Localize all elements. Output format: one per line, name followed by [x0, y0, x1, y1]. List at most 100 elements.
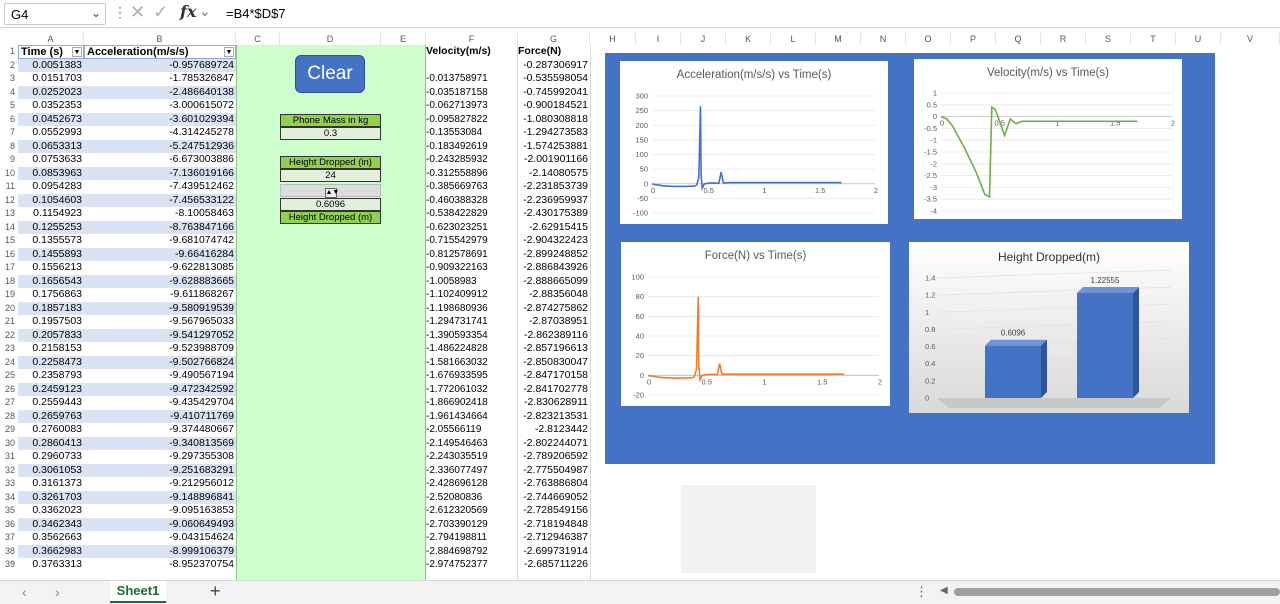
velocity-cell[interactable]: -2.05566119	[426, 423, 518, 437]
name-box[interactable]: G4 ⌄	[4, 3, 106, 25]
row-header[interactable]: 18	[0, 275, 18, 289]
acceleration-cell[interactable]: -3.000615072	[84, 99, 236, 113]
acceleration-cell[interactable]: -7.456533122	[84, 193, 236, 207]
force-cell[interactable]: -2.14080575	[518, 167, 590, 181]
enter-icon[interactable]: ✓	[153, 2, 168, 23]
cancel-icon[interactable]: ✕	[130, 2, 145, 23]
acceleration-cell[interactable]: -9.148896841	[84, 490, 236, 504]
row-header[interactable]: 31	[0, 450, 18, 464]
row-header[interactable]: 25	[0, 369, 18, 383]
column-header[interactable]: N	[861, 33, 906, 45]
column-header[interactable]: U	[1176, 33, 1221, 45]
row-header[interactable]: 26	[0, 383, 18, 397]
row-header[interactable]: 22	[0, 329, 18, 343]
force-cell[interactable]: -2.862389116	[518, 329, 590, 343]
row-header[interactable]: 3	[0, 72, 18, 86]
column-header[interactable]: D	[280, 33, 381, 45]
acceleration-cell[interactable]: -9.095163853	[84, 504, 236, 518]
column-header[interactable]: P	[951, 33, 996, 45]
formula-input[interactable]: =B4*$D$7	[226, 6, 286, 21]
force-cell[interactable]: -2.62915415	[518, 221, 590, 235]
row-header[interactable]: 33	[0, 477, 18, 491]
column-header[interactable]: J	[681, 33, 726, 45]
add-sheet-icon[interactable]: +	[210, 581, 221, 602]
time-cell[interactable]: 0.3362023	[18, 504, 84, 518]
velocity-cell[interactable]: -2.974752377	[426, 558, 518, 572]
column-header[interactable]: M	[816, 33, 861, 45]
height-spinner[interactable]: ▲▼	[280, 184, 381, 198]
acceleration-cell[interactable]: -9.541297052	[84, 328, 236, 342]
force-cell[interactable]: -2.841702778	[518, 383, 590, 397]
acceleration-cell[interactable]: -8.763847166	[84, 220, 236, 234]
clear-button[interactable]: Clear	[295, 55, 365, 93]
time-cell[interactable]: 0.0352353	[18, 99, 84, 113]
row-header[interactable]: 23	[0, 342, 18, 356]
time-cell[interactable]: 0.3662983	[18, 544, 84, 558]
time-cell[interactable]: 0.0151703	[18, 72, 84, 86]
time-cell[interactable]: 0.0753633	[18, 153, 84, 167]
velocity-cell[interactable]: -2.52080836	[426, 491, 518, 505]
acceleration-cell[interactable]: -9.490567194	[84, 369, 236, 383]
time-cell[interactable]: 0.2459123	[18, 382, 84, 396]
time-cell[interactable]: 0.2158153	[18, 342, 84, 356]
velocity-cell[interactable]: -1.198680936	[426, 302, 518, 316]
column-header[interactable]: A	[18, 33, 84, 45]
velocity-cell[interactable]: -2.336077497	[426, 464, 518, 478]
row-header[interactable]: 30	[0, 437, 18, 451]
force-cell[interactable]: -2.802244071	[518, 437, 590, 451]
velocity-cell[interactable]: -0.909322163	[426, 261, 518, 275]
time-cell[interactable]: 0.3562663	[18, 531, 84, 545]
column-header[interactable]: L	[771, 33, 816, 45]
time-cell[interactable]: 0.0552993	[18, 126, 84, 140]
expand-icon[interactable]: ⌄	[199, 3, 211, 20]
force-cell[interactable]: -2.699731914	[518, 545, 590, 559]
acceleration-cell[interactable]: -9.340813569	[84, 436, 236, 450]
column-header[interactable]: H	[590, 33, 636, 45]
row-header[interactable]: 29	[0, 423, 18, 437]
velocity-cell[interactable]: -1.772061032	[426, 383, 518, 397]
time-cell[interactable]: 0.0452673	[18, 112, 84, 126]
velocity-chart[interactable]: Velocity(m/s) vs Time(s) 1 0.5 0 -0.5 -1 -1.5…	[914, 59, 1182, 219]
velocity-cell[interactable]: -2.703390129	[426, 518, 518, 532]
velocity-cell[interactable]: -0.13553084	[426, 126, 518, 140]
acceleration-cell[interactable]: -9.472342592	[84, 382, 236, 396]
velocity-cell[interactable]: -1.581663032	[426, 356, 518, 370]
row-header[interactable]: 37	[0, 531, 18, 545]
force-cell[interactable]: -2.888665099	[518, 275, 590, 289]
velocity-cell[interactable]: -1.102409912	[426, 288, 518, 302]
row-header[interactable]: 28	[0, 410, 18, 424]
force-chart[interactable]: Force(N) vs Time(s) 100 80 60 40 20 0 -20 0 0.5 1…	[621, 242, 890, 406]
force-cell[interactable]: -2.8123442	[518, 423, 590, 437]
velocity-cell[interactable]: -0.385669763	[426, 180, 518, 194]
velocity-cell[interactable]	[426, 59, 518, 73]
time-cell[interactable]: 0.0954283	[18, 180, 84, 194]
acceleration-cell[interactable]: -9.523988709	[84, 342, 236, 356]
acceleration-cell[interactable]: -9.212956012	[84, 477, 236, 491]
column-header[interactable]: K	[726, 33, 771, 45]
force-cell[interactable]: -2.886843926	[518, 261, 590, 275]
velocity-cell[interactable]: -1.294731741	[426, 315, 518, 329]
row-header[interactable]: 9	[0, 153, 18, 167]
time-cell[interactable]: 0.3261703	[18, 490, 84, 504]
acceleration-cell[interactable]: -9.043154624	[84, 531, 236, 545]
row-header[interactable]: 5	[0, 99, 18, 113]
horizontal-scrollbar[interactable]: ◀	[940, 585, 1280, 597]
acceleration-cell[interactable]: -9.502766824	[84, 355, 236, 369]
force-cell[interactable]: -2.830628911	[518, 396, 590, 410]
time-cell[interactable]: 0.1957503	[18, 315, 84, 329]
velocity-cell[interactable]: -2.612320569	[426, 504, 518, 518]
velocity-cell[interactable]: -0.460388328	[426, 194, 518, 208]
row-header[interactable]: 20	[0, 302, 18, 316]
time-cell[interactable]: 0.2559443	[18, 396, 84, 410]
acceleration-cell[interactable]: -5.247512936	[84, 139, 236, 153]
sheet-tab[interactable]: Sheet1	[110, 581, 166, 603]
time-header[interactable]: Time (s) ▼	[18, 45, 84, 59]
force-cell[interactable]: -1.574253881	[518, 140, 590, 154]
velocity-cell[interactable]: -1.486224828	[426, 342, 518, 356]
filter-dropdown-icon[interactable]: ▼	[224, 47, 234, 57]
force-cell[interactable]: -2.823213531	[518, 410, 590, 424]
time-cell[interactable]: 0.1656543	[18, 274, 84, 288]
velocity-cell[interactable]: -0.062713973	[426, 99, 518, 113]
row-header[interactable]: 1	[0, 45, 18, 59]
row-header[interactable]: 11	[0, 180, 18, 194]
